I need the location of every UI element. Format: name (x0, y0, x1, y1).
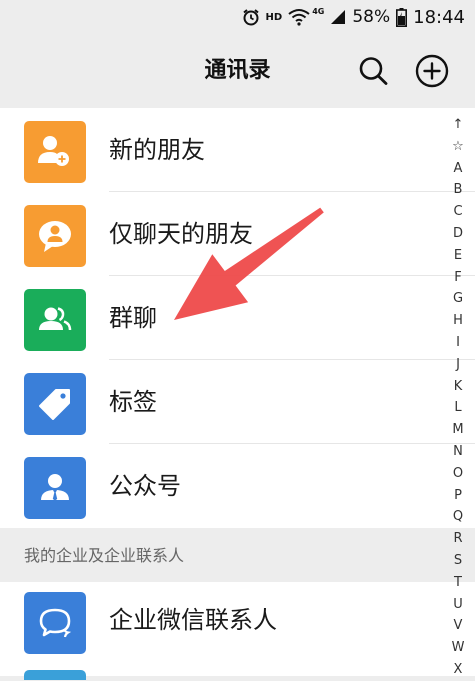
index-letter[interactable]: T (443, 572, 473, 594)
icon-tile (24, 205, 86, 267)
section-title: 我的企业及企业联系人 (24, 546, 185, 565)
wifi-icon (288, 9, 310, 26)
plus-circle-icon (415, 54, 449, 88)
network-type: 4G (312, 6, 325, 16)
index-letter[interactable]: L (443, 397, 473, 419)
add-button[interactable] (414, 53, 450, 89)
index-letter[interactable]: W (443, 637, 473, 659)
index-letter[interactable]: H (443, 310, 473, 332)
enterprise-contact-icon (39, 608, 72, 638)
hd-indicator: HD (265, 11, 283, 23)
index-letter[interactable]: P (443, 485, 473, 507)
index-letter[interactable]: M (443, 419, 473, 441)
search-icon (359, 57, 388, 85)
group-chat-icon (39, 307, 72, 331)
menu-item-official-accounts[interactable]: 公众号 (0, 444, 475, 528)
alarm-clock-icon (242, 9, 259, 26)
index-letter[interactable]: U (443, 594, 473, 616)
index-letter[interactable]: C (443, 201, 473, 223)
tag-icon (39, 389, 70, 420)
icon-tile (24, 289, 86, 351)
menu-item-chat-only-friends[interactable]: 仅聊天的朋友 (0, 192, 475, 276)
index-letter[interactable]: E (443, 245, 473, 267)
chat-friend-icon (39, 221, 71, 252)
index-letter[interactable]: S (443, 550, 473, 572)
index-letter[interactable]: J (443, 354, 473, 376)
menu-item-label: 新的朋友 (109, 136, 205, 164)
section-header: 我的企业及企业联系人 (0, 530, 475, 582)
index-letter[interactable]: G (443, 288, 473, 310)
index-letter[interactable]: ☆ (443, 136, 473, 158)
official-account-icon (41, 474, 69, 501)
icon-tile (24, 373, 86, 435)
next-item-peek (24, 670, 86, 680)
index-letter[interactable]: K (443, 376, 473, 398)
index-letter[interactable]: F (443, 267, 473, 289)
menu-item-label: 群聊 (109, 304, 157, 332)
alphabet-index[interactable]: ↑ ☆ A B C D E F G H I J K L M N O P Q R S T U V W X (443, 114, 473, 681)
app-header: 通讯录 (0, 34, 475, 108)
menu-item-new-friends[interactable]: 新的朋友 (0, 108, 475, 192)
battery-percent: 58% (352, 7, 391, 27)
menu-item-group-chats[interactable]: 群聊 (0, 276, 475, 360)
index-letter[interactable]: N (443, 441, 473, 463)
index-letter[interactable]: I (443, 332, 473, 354)
index-letter[interactable]: X (443, 659, 473, 681)
page-title: 通讯录 (204, 58, 271, 83)
menu-item-label: 公众号 (109, 472, 181, 500)
contacts-menu-list: 新的朋友 仅聊天的朋友 群聊 标签 公众号 (0, 108, 475, 528)
icon-tile (24, 121, 86, 183)
menu-item-label: 仅聊天的朋友 (109, 220, 253, 248)
signal-icon (331, 10, 346, 24)
icon-tile (24, 457, 86, 519)
status-icons: HD 4G 58% 18:44 (242, 4, 465, 30)
index-letter[interactable]: ↑ (443, 114, 473, 136)
index-letter[interactable]: A (443, 158, 473, 180)
index-letter[interactable]: R (443, 528, 473, 550)
index-letter[interactable]: Q (443, 506, 473, 528)
clock: 18:44 (413, 6, 465, 28)
search-button[interactable] (355, 53, 391, 89)
menu-item-label: 企业微信联系人 (109, 606, 277, 634)
index-letter[interactable]: B (443, 179, 473, 201)
index-letter[interactable]: O (443, 463, 473, 485)
menu-item-enterprise-contacts[interactable]: 企业微信联系人 (0, 582, 475, 666)
enterprise-list: 企业微信联系人 (0, 582, 475, 680)
battery-icon (396, 7, 408, 27)
index-letter[interactable]: D (443, 223, 473, 245)
menu-item-tags[interactable]: 标签 (0, 360, 475, 444)
index-letter[interactable]: V (443, 615, 473, 637)
status-bar: HD 4G 58% 18:44 (0, 0, 475, 34)
menu-item-label: 标签 (109, 388, 157, 416)
icon-tile (24, 592, 86, 654)
add-friend-icon (38, 136, 69, 166)
